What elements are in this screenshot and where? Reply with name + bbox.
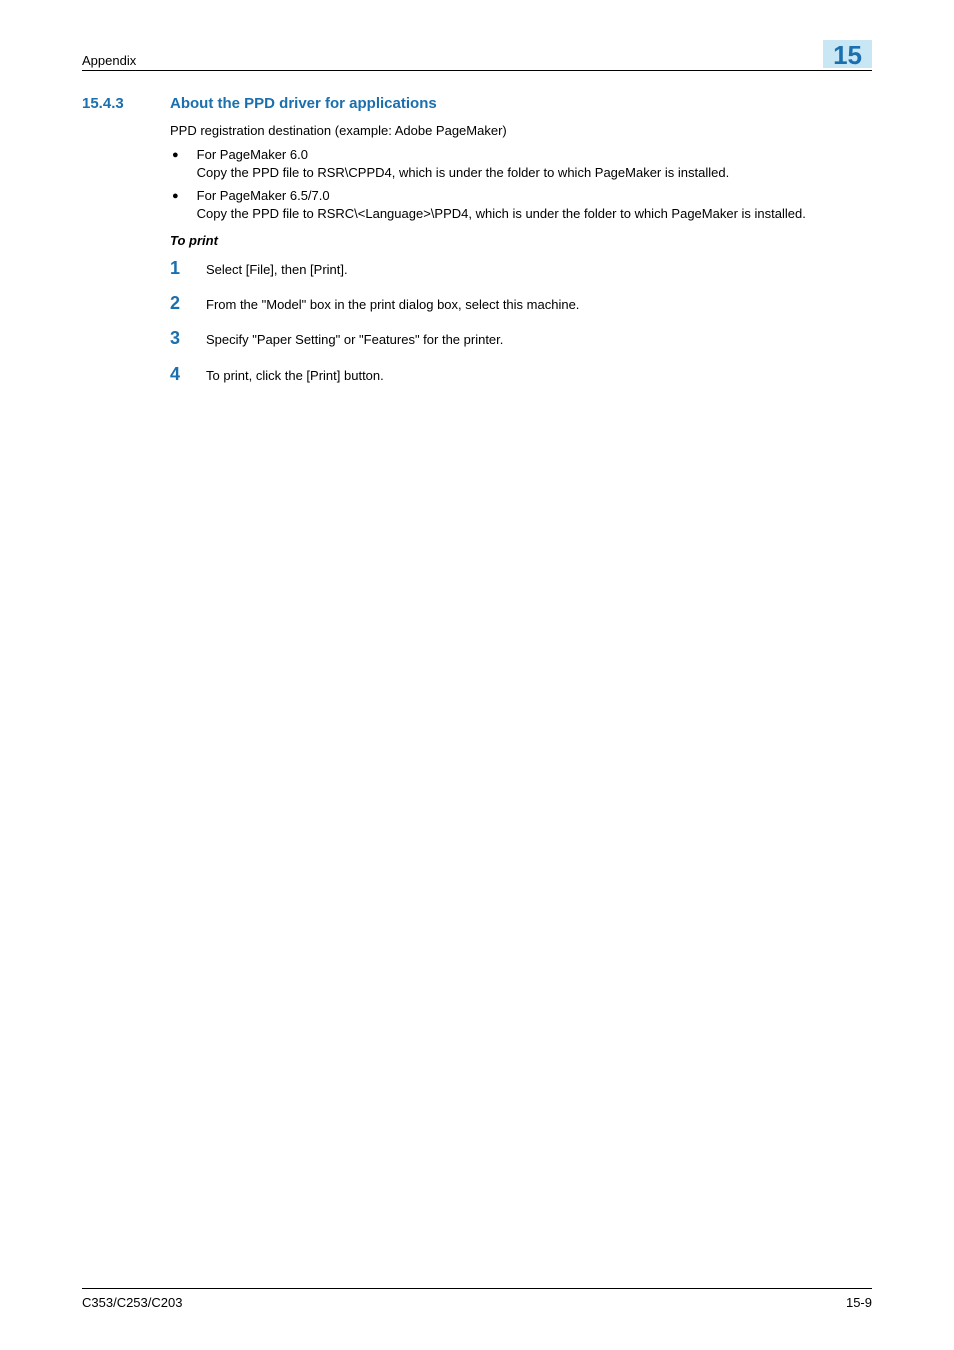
- bullet-body: For PageMaker 6.0 Copy the PPD file to R…: [197, 146, 872, 182]
- step-item: 3 Specify "Paper Setting" or "Features" …: [170, 328, 872, 349]
- bullet-list: ● For PageMaker 6.0 Copy the PPD file to…: [170, 146, 872, 223]
- step-item: 4 To print, click the [Print] button.: [170, 364, 872, 385]
- content-area: 15.4.3 About the PPD driver for applicat…: [82, 71, 872, 385]
- footer-model: C353/C253/C203: [82, 1295, 182, 1310]
- bullet-icon: ●: [170, 146, 179, 164]
- step-text: From the "Model" box in the print dialog…: [206, 296, 579, 314]
- list-item: ● For PageMaker 6.0 Copy the PPD file to…: [170, 146, 872, 182]
- step-text: To print, click the [Print] button.: [206, 367, 384, 385]
- bullet-text: Copy the PPD file to RSRC\<Language>\PPD…: [197, 205, 872, 223]
- intro-text: PPD registration destination (example: A…: [170, 122, 872, 140]
- header-section-name: Appendix: [82, 53, 136, 68]
- step-number: 1: [170, 258, 184, 279]
- step-item: 2 From the "Model" box in the print dial…: [170, 293, 872, 314]
- step-text: Specify "Paper Setting" or "Features" fo…: [206, 331, 503, 349]
- running-header: Appendix 15: [82, 40, 872, 71]
- steps-list: 1 Select [File], then [Print]. 2 From th…: [170, 258, 872, 385]
- bullet-title: For PageMaker 6.0: [197, 146, 872, 164]
- step-text: Select [File], then [Print].: [206, 261, 348, 279]
- bullet-text: Copy the PPD file to RSR\CPPD4, which is…: [197, 164, 872, 182]
- page: Appendix 15 15.4.3 About the PPD driver …: [0, 0, 954, 1350]
- footer-page-number: 15-9: [846, 1295, 872, 1310]
- bullet-icon: ●: [170, 187, 179, 205]
- step-number: 4: [170, 364, 184, 385]
- list-item: ● For PageMaker 6.5/7.0 Copy the PPD fil…: [170, 187, 872, 223]
- step-item: 1 Select [File], then [Print].: [170, 258, 872, 279]
- section-body: PPD registration destination (example: A…: [170, 122, 872, 223]
- bullet-body: For PageMaker 6.5/7.0 Copy the PPD file …: [197, 187, 872, 223]
- section-heading-row: 15.4.3 About the PPD driver for applicat…: [82, 95, 872, 112]
- bullet-title: For PageMaker 6.5/7.0: [197, 187, 872, 205]
- running-footer: C353/C253/C203 15-9: [82, 1288, 872, 1310]
- sub-heading: To print: [170, 233, 872, 248]
- step-number: 2: [170, 293, 184, 314]
- header-chapter-number: 15: [823, 40, 872, 68]
- step-number: 3: [170, 328, 184, 349]
- section-number: 15.4.3: [82, 95, 142, 112]
- section-title: About the PPD driver for applications: [170, 95, 437, 112]
